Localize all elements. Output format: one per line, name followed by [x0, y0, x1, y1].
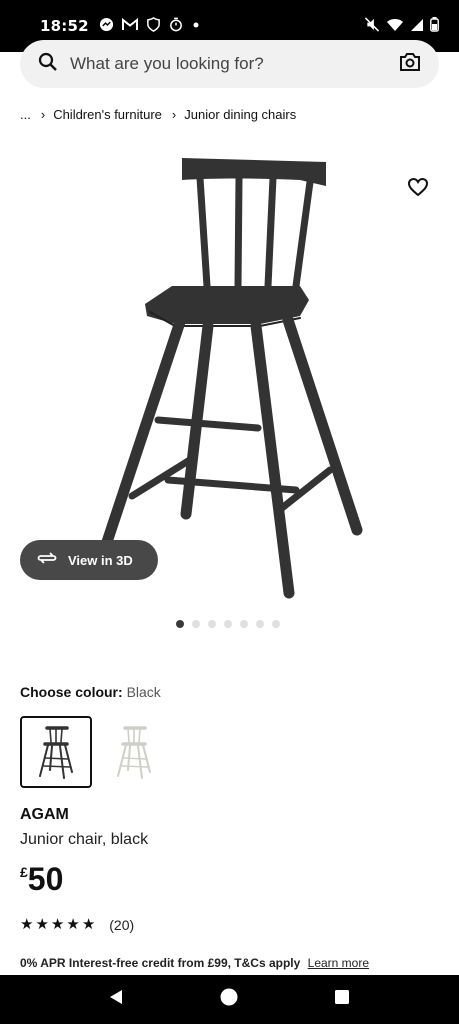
pagination-dot[interactable] — [192, 620, 200, 628]
image-pagination — [176, 620, 280, 628]
home-circle-icon — [220, 988, 238, 1011]
battery-icon — [430, 16, 439, 36]
star-icon: ★ — [35, 916, 49, 933]
chevron-right-icon: › — [171, 106, 177, 122]
dot-icon — [191, 19, 201, 34]
wishlist-button[interactable] — [405, 176, 431, 202]
product-description: Junior chair, black — [20, 831, 149, 848]
rotate-3d-icon — [36, 550, 58, 571]
breadcrumb-ellipsis[interactable]: ... — [20, 107, 31, 122]
credit-text: 0% APR Interest-free credit from £99, T&… — [20, 956, 301, 970]
choose-colour: Choose colour: Black — [20, 684, 161, 700]
learn-more-link[interactable]: Learn more — [308, 956, 369, 970]
rating-stars: ★ ★ ★ ★ ★ — [20, 916, 95, 934]
pagination-dot[interactable] — [240, 620, 248, 628]
pagination-dot[interactable] — [272, 620, 280, 628]
view-in-3d-button[interactable]: View in 3D — [20, 540, 158, 580]
product-name: AGAM — [20, 806, 69, 823]
status-right-icons — [364, 16, 439, 36]
search-bar[interactable]: What are you looking for? — [20, 40, 439, 88]
recents-button[interactable] — [312, 975, 372, 1024]
breadcrumb: ... › Children's furniture › Junior dini… — [20, 104, 296, 124]
product-price: £ 50 — [20, 860, 63, 898]
choose-colour-value: Black — [126, 684, 161, 700]
search-input[interactable]: What are you looking for? — [70, 54, 399, 74]
gmail-icon — [121, 17, 138, 35]
signal-icon — [410, 17, 424, 36]
shield-icon — [146, 16, 161, 36]
review-count[interactable]: (20) — [109, 917, 134, 933]
chair-thumbnail-black — [39, 726, 73, 779]
breadcrumb-item-childrens-furniture[interactable]: Children's furniture — [53, 107, 162, 122]
rating[interactable]: ★ ★ ★ ★ ★ (20) — [20, 916, 134, 934]
status-time: 18:52 — [40, 17, 89, 35]
star-icon: ★ — [50, 916, 65, 933]
price-currency: £ — [20, 864, 28, 880]
pagination-dot[interactable] — [256, 620, 264, 628]
credit-info: 0% APR Interest-free credit from £99, T&… — [20, 956, 369, 970]
colour-swatch-white[interactable] — [98, 716, 170, 788]
back-button[interactable] — [86, 975, 146, 1024]
chair-thumbnail-white — [117, 726, 151, 779]
price-amount: 50 — [27, 861, 64, 897]
home-button[interactable] — [199, 975, 259, 1024]
choose-colour-label: Choose colour: — [20, 684, 123, 700]
recents-square-icon — [334, 989, 350, 1010]
status-left-icons — [99, 16, 201, 36]
mute-icon — [364, 16, 380, 36]
timer-icon — [169, 17, 183, 36]
star-icon: ★ — [66, 916, 80, 933]
messenger-icon — [99, 17, 114, 36]
camera-icon[interactable] — [399, 52, 421, 77]
navigation-bar — [0, 975, 459, 1024]
heart-icon — [407, 177, 429, 202]
star-icon: ★ — [20, 916, 34, 933]
search-icon — [38, 52, 58, 77]
back-triangle-icon — [108, 988, 124, 1011]
wifi-icon — [386, 17, 404, 36]
pagination-dot[interactable] — [176, 620, 184, 628]
pagination-dot[interactable] — [224, 620, 232, 628]
breadcrumb-item-junior-dining-chairs[interactable]: Junior dining chairs — [184, 107, 296, 122]
view-in-3d-label: View in 3D — [68, 552, 133, 568]
colour-swatch-black[interactable] — [20, 716, 92, 788]
star-icon: ★ — [81, 916, 96, 933]
pagination-dot[interactable] — [208, 620, 216, 628]
chevron-right-icon: › — [40, 106, 46, 122]
